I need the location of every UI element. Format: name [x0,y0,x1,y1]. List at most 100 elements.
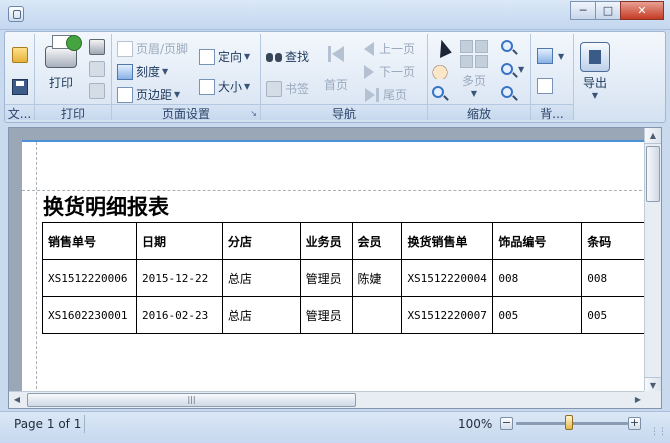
vertical-scroll-thumb[interactable] [646,146,660,202]
scroll-left-button[interactable]: ◀ [9,392,25,408]
zoom-in-button[interactable] [501,86,516,98]
prev-page-button[interactable]: 上一页 [364,40,415,57]
quick-print-icon [89,39,105,55]
table-cell: XS1602230001 [42,296,137,334]
arrow-left-icon: ◀ [13,395,21,404]
zoom-icon [501,63,513,75]
scroll-up-button[interactable]: ▲ [645,128,661,144]
column-header: 会员 [351,222,403,260]
hand-tool-button[interactable] [432,63,451,79]
table-cell: 总店 [221,296,301,334]
zoom-out-icon [501,40,513,52]
page-setup-icon [89,61,105,77]
header-footer-button[interactable]: 页眉/页脚 [117,40,188,57]
resize-grip-icon[interactable]: ⋮⋮ [650,427,667,437]
column-header: 换货销售单 [401,222,494,260]
prev-page-label: 上一页 [379,42,416,56]
chevron-down-icon: ▼ [174,90,181,99]
page-color-button[interactable]: ▼ [537,48,564,64]
table-row: XS1512220006 2015-12-22 总店 管理员 陈婕 XS1512… [42,259,652,297]
maximize-button[interactable]: □ [595,1,621,20]
export-button[interactable]: 导出 ▼ [580,42,610,100]
last-page-button[interactable]: 尾页 [364,86,407,103]
magnifier-icon [432,86,444,98]
binoculars-icon [266,49,282,65]
chevron-down-icon: ▼ [470,89,478,98]
first-page-label: 首页 [324,78,349,92]
table-header-row: 销售单号 日期 分店 业务员 会员 换货销售单 饰品编号 条码 [42,222,652,260]
page-setup-dialog-button[interactable] [89,61,108,77]
column-header: 分店 [221,222,301,260]
column-header: 饰品编号 [492,222,583,260]
multi-page-button[interactable]: 多页 ▼ [460,40,488,98]
scale-label: 刻度 [136,65,161,79]
pointer-tool-button[interactable] [432,38,452,58]
open-button[interactable] [12,47,31,63]
report-table: 销售单号 日期 分店 业务员 会员 换货销售单 饰品编号 条码 XS151222… [42,222,652,334]
chevron-down-icon: ▼ [244,52,251,61]
table-cell: 总店 [221,259,301,297]
save-button[interactable] [12,79,31,95]
watermark-button[interactable] [537,78,556,94]
report-page: 换货明细报表 销售单号 日期 分店 业务员 会员 换货销售单 饰品编号 条码 X… [22,140,652,394]
table-row: XS1602230001 2016-02-23 总店 管理员 XS1512220… [42,296,652,334]
scale-button[interactable]: 刻度 ▼ [117,63,168,80]
multi-page-label: 多页 [461,74,486,88]
close-button[interactable]: ✕ [620,1,664,20]
print-options-button[interactable] [89,83,108,99]
bookmark-button[interactable]: 书签 [266,80,309,97]
maximize-icon: □ [602,4,614,17]
quick-print-button[interactable] [89,39,108,55]
export-label: 导出 [582,76,607,90]
table-cell: 005 [492,296,583,334]
magnifier-tool-button[interactable] [432,86,447,98]
app-icon[interactable] [8,6,24,22]
group-label-zoom: 缩放 [428,104,530,120]
table-cell: XS1512220004 [401,259,494,297]
horizontal-scrollbar[interactable]: ◀ ||| ▶ [9,391,646,408]
margins-icon [117,86,133,103]
table-cell: 2016-02-23 [135,296,223,334]
orientation-icon [199,48,215,65]
zoom-in-icon [501,86,513,98]
horizontal-scroll-thumb[interactable]: ||| [27,393,356,407]
zoom-decrease-button[interactable]: − [500,417,513,430]
margins-button[interactable]: 页边距 ▼ [117,86,180,103]
preview-area[interactable]: 换货明细报表 销售单号 日期 分店 业务员 会员 换货销售单 饰品编号 条码 X… [8,127,662,409]
column-header: 条码 [581,222,652,260]
arrow-up-icon: ▲ [649,131,657,140]
minimize-icon: ─ [579,4,587,17]
margin-guide-vertical [36,142,37,394]
group-label-navigation: 导航 [261,104,427,120]
zoom-slider-thumb[interactable] [565,415,573,430]
group-zoom: 多页 ▼ ▼ 缩放 [428,34,531,120]
group-label-file: 文... [5,104,34,120]
print-button[interactable]: 打印 [45,35,82,91]
zoom-increase-button[interactable]: + [628,417,641,430]
bookmark-icon [266,80,282,97]
vertical-scrollbar[interactable]: ▲ ▼ [644,128,661,393]
zoom-out-button[interactable] [501,40,516,52]
group-file: 文... [5,34,35,120]
minimize-button[interactable]: ─ [570,1,596,20]
scroll-corner [644,391,661,408]
next-page-button[interactable]: 下一页 [364,63,415,80]
group-print: 打印 打印 [35,34,112,120]
table-cell: 管理员 [299,296,353,334]
save-icon [12,79,28,95]
size-button[interactable]: 大小 ▼ [199,78,250,95]
table-cell: 管理员 [299,259,353,297]
table-cell [351,296,403,334]
header-footer-icon [117,40,133,57]
margins-label: 页边距 [136,88,173,102]
next-page-label: 下一页 [379,65,416,79]
zoom-dropdown-button[interactable]: ▼ [501,63,524,75]
orientation-button[interactable]: 定向 ▼ [199,48,250,65]
group-label-background: 背... [531,104,573,120]
last-page-icon [364,87,380,103]
find-button[interactable]: 查找 [266,48,309,65]
dialog-launcher-icon[interactable]: ↘ [250,109,257,118]
plus-icon: + [629,416,640,429]
first-page-button[interactable]: 首页 [324,44,348,93]
cursor-icon [433,38,452,58]
